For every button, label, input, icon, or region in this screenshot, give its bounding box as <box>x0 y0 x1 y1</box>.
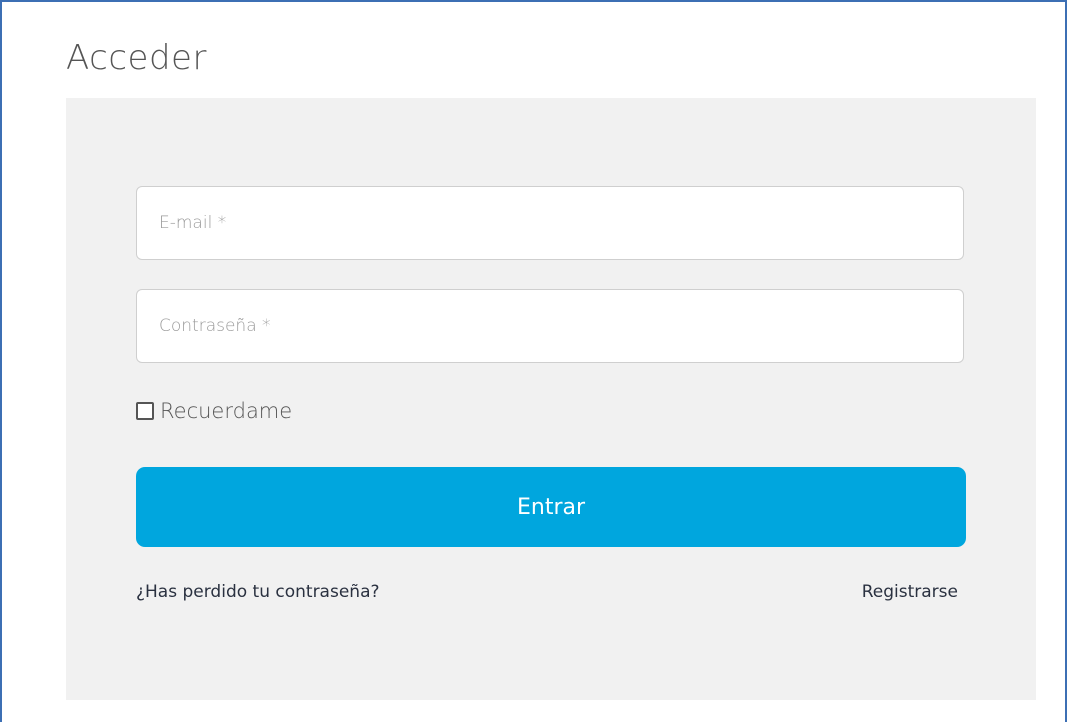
remember-me-checkbox[interactable]: Recuerdame <box>136 396 292 426</box>
register-link[interactable]: Registrarse <box>862 582 958 602</box>
checkbox-icon[interactable] <box>136 402 154 420</box>
window-frame-left <box>0 0 2 722</box>
remember-me-label: Recuerdame <box>160 399 293 423</box>
login-panel: Recuerdame Entrar ¿Has perdido tu contra… <box>66 98 1036 700</box>
page-title: Acceder <box>66 38 207 78</box>
forgot-password-link[interactable]: ¿Has perdido tu contraseña? <box>136 582 380 602</box>
window-frame-top <box>0 0 1067 2</box>
login-button[interactable]: Entrar <box>136 467 966 547</box>
email-field[interactable] <box>136 186 964 260</box>
password-field[interactable] <box>136 289 964 363</box>
